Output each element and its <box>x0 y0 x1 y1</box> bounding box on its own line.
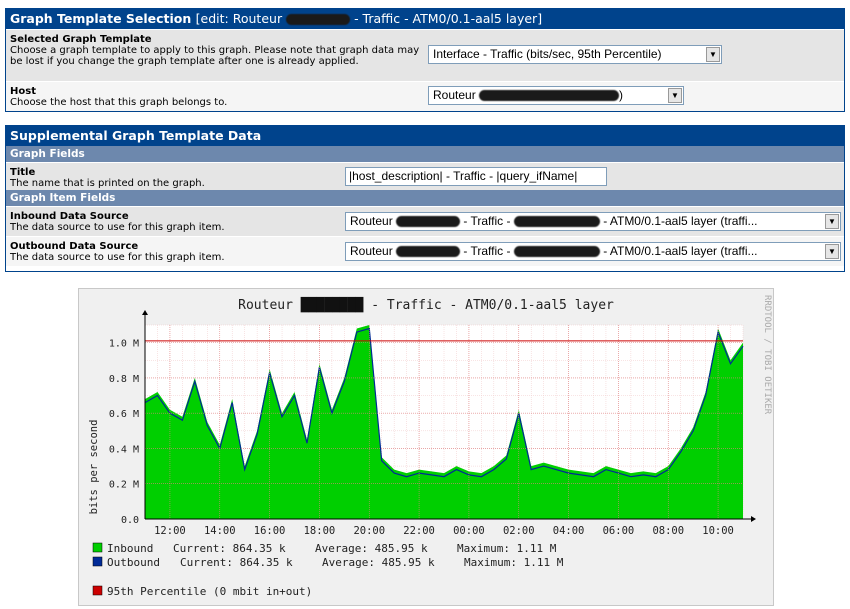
legend-inbound-average: Average: 485.95 k <box>315 542 428 555</box>
x-tick-label: 04:00 <box>553 525 585 537</box>
graph-template-select[interactable]: Interface - Traffic (bits/sec, 95th Perc… <box>428 45 722 64</box>
outbound-row: Outbound Data Source The data source to … <box>6 236 844 266</box>
y-tick-label: 0.4 M <box>109 444 139 455</box>
supplemental-panel: Supplemental Graph Template Data Graph F… <box>5 125 845 272</box>
panel-header: Supplemental Graph Template Data <box>6 126 844 146</box>
legend-outbound-average: Average: 485.95 k <box>322 556 435 569</box>
redacted-blot <box>286 14 351 25</box>
x-tick-label: 22:00 <box>403 525 435 537</box>
percentile-legend-swatch <box>92 585 103 596</box>
inbound-legend-swatch <box>92 542 103 553</box>
redacted-blot <box>513 246 600 258</box>
graph-title: Routeur ████████ - Traffic - ATM0/0.1-aa… <box>238 296 614 313</box>
x-tick-label: 20:00 <box>353 525 385 537</box>
graph-item-fields-header: Graph Item Fields <box>6 190 844 206</box>
y-tick-label: 1.0 M <box>109 339 139 350</box>
legend-outbound-name: Outbound <box>107 556 160 569</box>
edit-breadcrumb: [edit: Routeur - Traffic - ATM0/0.1-aal5… <box>195 11 543 26</box>
traffic-graph: Routeur ████████ - Traffic - ATM0/0.1-aa… <box>78 288 774 606</box>
chevron-down-icon[interactable]: ▼ <box>706 47 720 62</box>
redacted-blot <box>513 216 600 228</box>
field-label: Host <box>10 86 36 97</box>
panel-title: Graph Template Selection <box>10 11 192 26</box>
inbound-row: Inbound Data Source The data source to u… <box>6 206 844 236</box>
graph-fields-header: Graph Fields <box>6 146 844 162</box>
chevron-down-icon[interactable]: ▼ <box>825 244 839 259</box>
rrdtool-watermark: RRDTOOL / TOBI OETIKER <box>762 295 772 415</box>
y-tick-label: 0.6 M <box>109 409 139 420</box>
legend-outbound-maximum: Maximum: 1.11 M <box>464 556 564 569</box>
redacted-blot <box>396 216 461 228</box>
legend-inbound-maximum: Maximum: 1.11 M <box>457 542 557 555</box>
redacted-blot <box>396 246 461 258</box>
panel-header: Graph Template Selection [edit: Routeur … <box>6 9 844 29</box>
legend-inbound-current: Current: 864.35 k <box>173 542 286 555</box>
y-axis-label: bits per second <box>88 420 100 515</box>
redacted-blot <box>479 90 620 102</box>
panel-title: Supplemental Graph Template Data <box>10 128 262 143</box>
x-tick-label: 12:00 <box>154 525 186 537</box>
plot-area: 0.0 0.2 M 0.4 M 0.6 M 0.8 M 1.0 M 12:00 14:00 16… <box>109 310 756 537</box>
outbound-data-source-select[interactable]: Routeur - Traffic - - ATM0/0.1-aal5 laye… <box>345 242 841 261</box>
field-description: Choose the host that this graph belongs … <box>10 97 228 108</box>
graph-title-input[interactable]: |host_description| - Traffic - |query_if… <box>345 167 607 186</box>
y-tick-label: 0.0 <box>121 515 139 526</box>
inbound-data-source-select[interactable]: Routeur - Traffic - - ATM0/0.1-aal5 laye… <box>345 212 841 231</box>
x-tick-label: 08:00 <box>652 525 684 537</box>
graph-template-panel: Graph Template Selection [edit: Routeur … <box>5 8 845 112</box>
y-axis-arrow <box>142 310 148 315</box>
traffic-graph-svg: Routeur ████████ - Traffic - ATM0/0.1-aa… <box>88 295 772 598</box>
y-tick-label: 0.2 M <box>109 480 139 491</box>
x-tick-label: 14:00 <box>204 525 236 537</box>
x-tick-label: 02:00 <box>503 525 535 537</box>
x-tick-label: 16:00 <box>254 525 286 537</box>
y-tick-label: 0.8 M <box>109 374 139 385</box>
x-tick-label: 18:00 <box>304 525 336 537</box>
x-axis-arrow <box>751 516 756 522</box>
legend-outbound-current: Current: 864.35 k <box>180 556 293 569</box>
field-description: Choose a graph template to apply to this… <box>10 45 420 67</box>
host-row: Host Choose the host that this graph bel… <box>6 81 844 111</box>
legend-inbound-name: Inbound <box>107 542 153 555</box>
selected-template-row: Selected Graph Template Choose a graph t… <box>6 29 844 81</box>
x-tick-label: 10:00 <box>702 525 734 537</box>
chevron-down-icon[interactable]: ▼ <box>825 214 839 229</box>
host-select[interactable]: Routeur ) ▼ <box>428 86 684 105</box>
legend-95th-percentile: 95th Percentile (0 mbit in+out) <box>107 585 312 598</box>
x-tick-label: 06:00 <box>603 525 635 537</box>
field-label: Selected Graph Template <box>10 34 152 45</box>
outbound-legend-swatch <box>92 556 103 567</box>
title-row: Title The name that is printed on the gr… <box>6 162 844 190</box>
chevron-down-icon[interactable]: ▼ <box>668 88 682 103</box>
x-tick-label: 00:00 <box>453 525 485 537</box>
